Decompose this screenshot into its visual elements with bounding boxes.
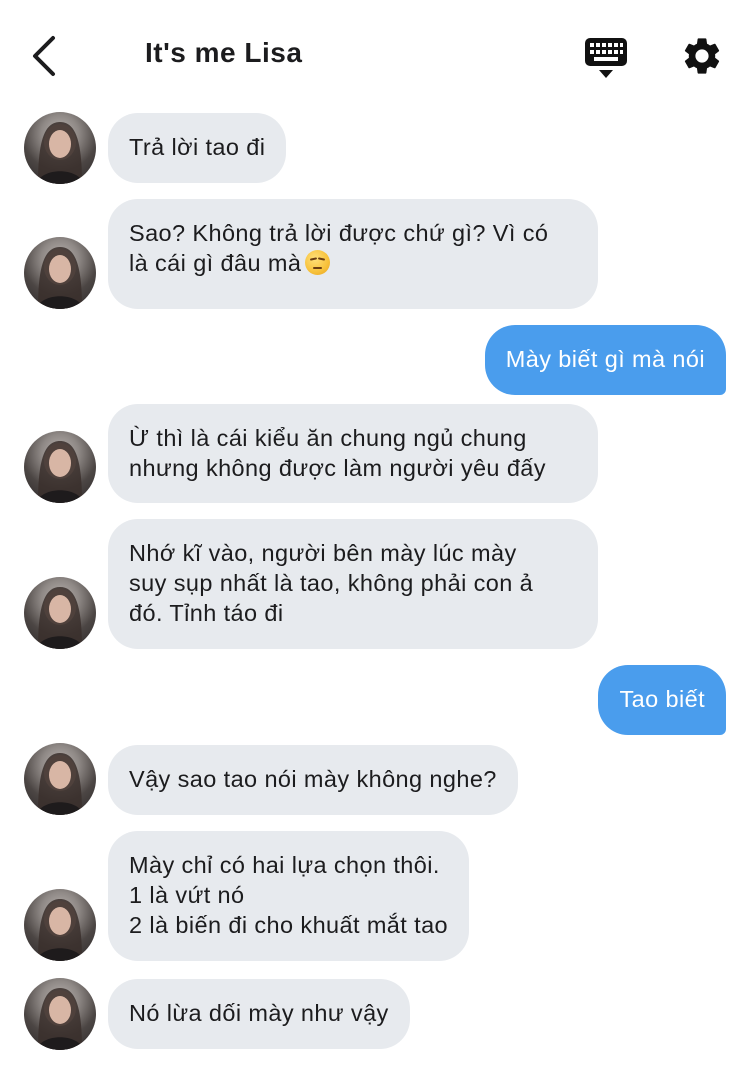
avatar[interactable] [24,743,96,815]
message-bubble-incoming: Mày chỉ có hai lựa chọn thôi. 1 là vứt n… [108,831,470,961]
chat-header: It's me Lisa [0,0,750,100]
message-text: Nhớ kĩ vào, người bên mày lúc mày [129,540,517,566]
message-text: đó. Tỉnh táo đi [129,600,284,626]
avatar[interactable] [24,577,96,649]
message-text: Sao? Không trả lời được chứ gì? Vì có [129,220,549,246]
avatar[interactable] [24,978,96,1050]
message-text: là cái gì đâu mà [129,250,302,276]
message-text: Tao biết [619,686,705,712]
avatar[interactable] [24,889,96,961]
message-bubble-incoming: Sao? Không trả lời được chứ gì? Vì có là… [108,199,598,309]
gear-icon[interactable] [680,34,724,78]
chat-title: It's me Lisa [145,37,303,68]
message-text: Vậy sao tao nói mày không nghe? [129,766,497,792]
unamused-face-emoji-icon [305,250,331,275]
message-bubble-outgoing: Tao biết [598,665,726,735]
message-text: Mày biết gì mà nói [505,346,705,372]
message-bubble-incoming: Nó lừa dối mày như vậy [108,979,410,1049]
message-text: 2 là biến đi cho khuất mắt tao [129,912,449,938]
avatar[interactable] [24,112,96,184]
message-bubble-incoming: Ừ thì là cái kiểu ăn chung ngủ chung như… [108,404,598,503]
avatar[interactable] [24,237,96,309]
message-text: 1 là vứt nó [129,882,245,908]
message-bubble-incoming: Vậy sao tao nói mày không nghe? [108,745,518,815]
keyboard-icon[interactable] [584,36,628,80]
message-text: Mày chỉ có hai lựa chọn thôi. [129,852,440,878]
message-text: suy sụp nhất là tao, không phải con ả [129,570,534,596]
message-text: nhưng không được làm người yêu đấy [129,455,546,481]
message-bubble-incoming: Nhớ kĩ vào, người bên mày lúc mày suy sụ… [108,519,598,649]
message-bubble-outgoing: Mày biết gì mà nói [484,325,726,395]
message-text: Ừ thì là cái kiểu ăn chung ngủ chung [129,425,527,451]
message-text: Nó lừa dối mày như vậy [129,1000,389,1026]
message-bubble-incoming: Trả lời tao đi [108,113,287,183]
message-text: Trả lời tao đi [129,134,266,160]
avatar[interactable] [24,431,96,503]
chevron-left-icon[interactable] [28,34,62,78]
